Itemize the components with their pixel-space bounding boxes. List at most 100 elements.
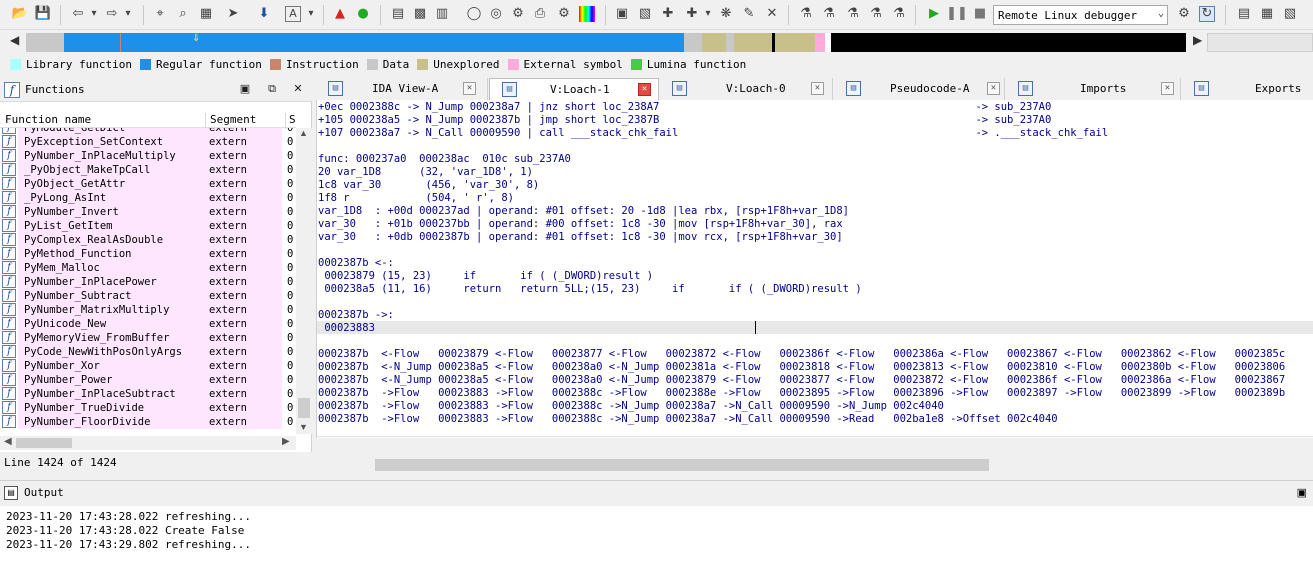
add-breakpoint-icon[interactable]: ❋ — [718, 6, 734, 22]
chevron-down-icon[interactable]: ▾ — [303, 6, 319, 22]
binoculars-icon[interactable]: ⌖ — [152, 6, 168, 22]
flow-chart-icon[interactable]: ⚗ — [891, 6, 907, 22]
scroll-down-icon[interactable]: ▼ — [299, 422, 308, 432]
search-binary-icon[interactable]: ▦ — [198, 6, 214, 22]
warning-icon[interactable]: ▲ — [332, 6, 348, 22]
scroll-left-icon[interactable]: ◀ — [10, 33, 19, 47]
function-row[interactable]: f PyNumber_InPlacePower extern 0 — [0, 275, 296, 289]
pause-icon[interactable]: ❚❚ — [946, 6, 968, 22]
function-row[interactable]: f PyNumber_InPlaceSubtract extern 0 — [0, 387, 296, 401]
call-graph-icon[interactable]: ⚙ — [510, 6, 526, 22]
xrefs-from-icon[interactable]: ⚗ — [845, 6, 861, 22]
close-icon[interactable]: ✕ — [987, 82, 1000, 95]
debugger-options-icon[interactable]: ⚙ — [1176, 6, 1192, 22]
tab-imports[interactable]: ▤ Imports ✕ — [1006, 78, 1181, 100]
output-panel[interactable]: 2023-11-20 17:43:28.022 refreshing... 20… — [0, 506, 1313, 584]
function-row[interactable]: f PyNumber_FloorDivide extern 0 — [0, 415, 296, 429]
function-row[interactable]: f PyMem_Malloc extern 0 — [0, 261, 296, 275]
function-row[interactable]: f PyNumber_Invert extern 0 — [0, 205, 296, 219]
modules-icon[interactable]: ▧ — [1282, 6, 1298, 22]
minimize-icon[interactable]: ▣ — [238, 82, 252, 96]
color-palette-icon[interactable] — [579, 6, 595, 22]
close-icon[interactable]: ✕ — [291, 82, 305, 96]
settings-icon[interactable]: ⚙ — [556, 6, 572, 22]
xrefs-to-icon[interactable]: ⚗ — [821, 6, 837, 22]
stop-icon[interactable]: ■ — [972, 6, 988, 22]
graph-view-icon[interactable]: ◯ — [466, 6, 482, 22]
navigation-strip[interactable]: ⇓ — [26, 33, 1186, 52]
function-row[interactable]: f PyObject_GetAttr extern 0 — [0, 177, 296, 191]
user-xrefs-icon[interactable]: ⚗ — [868, 6, 884, 22]
down-arrow-icon[interactable]: ⬇ — [256, 6, 272, 22]
xrefs-graph-icon[interactable]: ⚗ — [798, 6, 814, 22]
function-row[interactable]: f PyList_GetItem extern 0 — [0, 219, 296, 233]
function-row[interactable]: f PyNumber_InPlaceMultiply extern 0 — [0, 149, 296, 163]
scrollbar-thumb[interactable] — [375, 459, 989, 471]
debugger-select[interactable]: Remote Linux debugger ⌄ — [993, 5, 1168, 25]
loach-view-horizontal-scrollbar[interactable] — [316, 458, 1313, 472]
chevron-down-icon[interactable]: ▾ — [700, 6, 716, 22]
function-row[interactable]: f PyException_SetContext extern 0 — [0, 135, 296, 149]
tab-v-loach-0[interactable]: ▤ V:Loach-0 ✕ — [660, 78, 833, 100]
make-string-icon[interactable]: ✚ — [660, 6, 676, 22]
scroll-right-icon[interactable]: ▶ — [282, 436, 290, 447]
save-icon[interactable]: 💾 — [35, 6, 51, 22]
function-row[interactable]: f PyNumber_Subtract extern 0 — [0, 289, 296, 303]
tab-exports[interactable]: ▤ Exports — [1182, 78, 1313, 100]
scroll-right-icon[interactable]: ▶ — [1193, 33, 1202, 47]
structures-icon[interactable]: ▥ — [434, 6, 450, 22]
column-start[interactable]: S — [289, 113, 296, 126]
search-text-icon[interactable]: ⌕ — [175, 6, 191, 22]
close-icon[interactable]: ✕ — [764, 6, 780, 22]
locals-icon[interactable]: ▤ — [1236, 6, 1252, 22]
nav-overview[interactable] — [1207, 33, 1313, 52]
tab-v-loach-1[interactable]: ▤ V:Loach-1 ✕ — [489, 78, 659, 100]
back-icon[interactable]: ⇦ — [70, 6, 86, 22]
scrollbar-thumb[interactable] — [16, 438, 72, 448]
hex-view-icon[interactable]: ▩ — [412, 6, 428, 22]
font-icon[interactable]: A — [285, 6, 301, 22]
scrollbar-thumb[interactable] — [298, 398, 310, 418]
close-icon[interactable]: ✕ — [638, 83, 651, 96]
column-segment[interactable]: Segment — [210, 113, 256, 126]
function-row[interactable]: f PyNumber_MatrixMultiply extern 0 — [0, 303, 296, 317]
column-function-name[interactable]: Function name — [5, 113, 91, 126]
function-row[interactable]: f PyMemoryView_FromBuffer extern 0 — [0, 331, 296, 345]
edit-icon[interactable]: ✎ — [741, 6, 757, 22]
function-row[interactable]: f _PyObject_MakeTpCall extern 0 — [0, 163, 296, 177]
function-row[interactable]: f PyMethod_Function extern 0 — [0, 247, 296, 261]
function-row[interactable]: f PyComplex_RealAsDouble extern 0 — [0, 233, 296, 247]
function-row[interactable]: f _PyLong_AsInt extern 0 — [0, 191, 296, 205]
function-row[interactable]: f PyNumber_Power extern 0 — [0, 373, 296, 387]
restore-icon[interactable]: ⧉ — [265, 82, 279, 96]
attach-process-icon[interactable]: ↻ — [1199, 6, 1215, 22]
chevron-down-icon[interactable]: ▾ — [120, 6, 136, 22]
create-function-icon[interactable]: ✚ — [684, 6, 700, 22]
make-code-icon[interactable]: ▣ — [614, 6, 630, 22]
proximity-icon[interactable]: ◎ — [488, 6, 504, 22]
print-icon[interactable]: ⎙ — [532, 6, 548, 22]
green-circle-icon[interactable]: ● — [355, 6, 371, 22]
tab-pseudocode-a[interactable]: ▤ Pseudocode-A ✕ — [834, 78, 1005, 100]
scroll-left-icon[interactable]: ◀ — [4, 436, 12, 447]
function-row[interactable]: f PyUnicode_New extern 0 — [0, 317, 296, 331]
close-icon[interactable]: ✕ — [463, 82, 476, 95]
tab-ida-view-a[interactable]: ▤ IDA View-A ✕ — [316, 78, 488, 100]
forward-icon[interactable]: ⇨ — [104, 6, 120, 22]
function-row[interactable]: fPyModule_GetDictextern 0 — [0, 128, 296, 135]
close-icon[interactable]: ✕ — [1161, 82, 1174, 95]
chevron-down-icon[interactable]: ▾ — [86, 6, 102, 22]
maximize-icon[interactable]: ▣ — [1297, 486, 1307, 499]
close-icon[interactable]: ✕ — [811, 82, 824, 95]
make-data-icon[interactable]: ▧ — [637, 6, 653, 22]
debug-run-icon[interactable]: ▶ — [926, 6, 942, 22]
open-icon[interactable]: 📂 — [12, 6, 28, 22]
listing-icon[interactable]: ▤ — [390, 6, 406, 22]
function-row[interactable]: f PyCode_NewWithPosOnlyArgs extern 0 — [0, 345, 296, 359]
function-row[interactable]: f PyNumber_TrueDivide extern 0 — [0, 401, 296, 415]
watch-icon[interactable]: ▦ — [1259, 6, 1275, 22]
functions-horizontal-scrollbar[interactable]: ◀ ▶ — [0, 436, 296, 450]
function-row[interactable]: f PyNumber_Xor extern 0 — [0, 359, 296, 373]
scroll-up-icon[interactable]: ▲ — [299, 128, 308, 138]
jump-icon[interactable]: ➤ — [225, 6, 241, 22]
